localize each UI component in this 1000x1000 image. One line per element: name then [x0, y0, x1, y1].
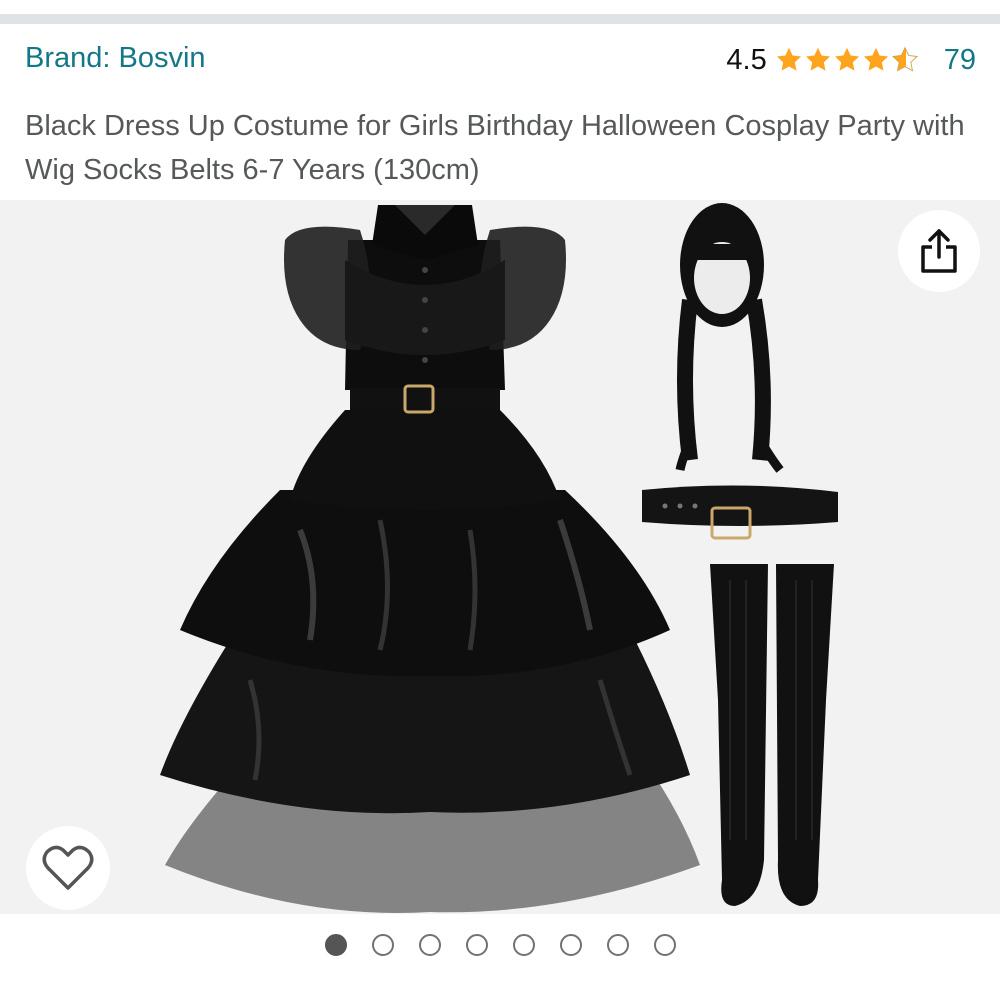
pagination-dot-3[interactable]	[418, 934, 441, 956]
pagination-dot-2[interactable]	[371, 934, 394, 956]
top-strip	[0, 0, 1000, 14]
product-image-gallery[interactable]	[0, 200, 1000, 914]
pagination-dot-5[interactable]	[512, 934, 535, 956]
black-dress-image	[160, 205, 700, 914]
pagination-dot-8[interactable]	[653, 934, 676, 956]
review-count[interactable]: 79	[944, 44, 976, 77]
pagination-dot-6[interactable]	[559, 934, 582, 956]
knee-socks-image	[710, 564, 834, 906]
image-pagination	[0, 932, 1000, 958]
star-rating	[775, 46, 920, 74]
half-star-icon	[891, 46, 918, 72]
share-button[interactable]	[898, 210, 980, 292]
top-divider	[0, 14, 1000, 24]
pagination-dot-1[interactable]	[324, 934, 347, 956]
pagination-dot-7[interactable]	[606, 934, 629, 956]
belt-image	[642, 485, 838, 540]
product-image	[160, 203, 838, 914]
star-icon	[834, 47, 859, 71]
pagination-dot-4[interactable]	[465, 934, 488, 956]
rating-value: 4.5	[726, 43, 767, 76]
braided-wig-image	[675, 203, 784, 473]
wishlist-button[interactable]	[26, 826, 110, 910]
brand-link[interactable]: Brand: Bosvin	[25, 42, 206, 75]
star-icon	[805, 47, 830, 71]
rating-summary[interactable]: 4.5 79	[726, 42, 976, 78]
star-icon	[776, 47, 801, 71]
heart-icon	[42, 845, 94, 890]
star-icon	[863, 47, 888, 71]
share-icon	[921, 229, 957, 273]
product-title: Black Dress Up Costume for Girls Birthda…	[25, 110, 965, 186]
